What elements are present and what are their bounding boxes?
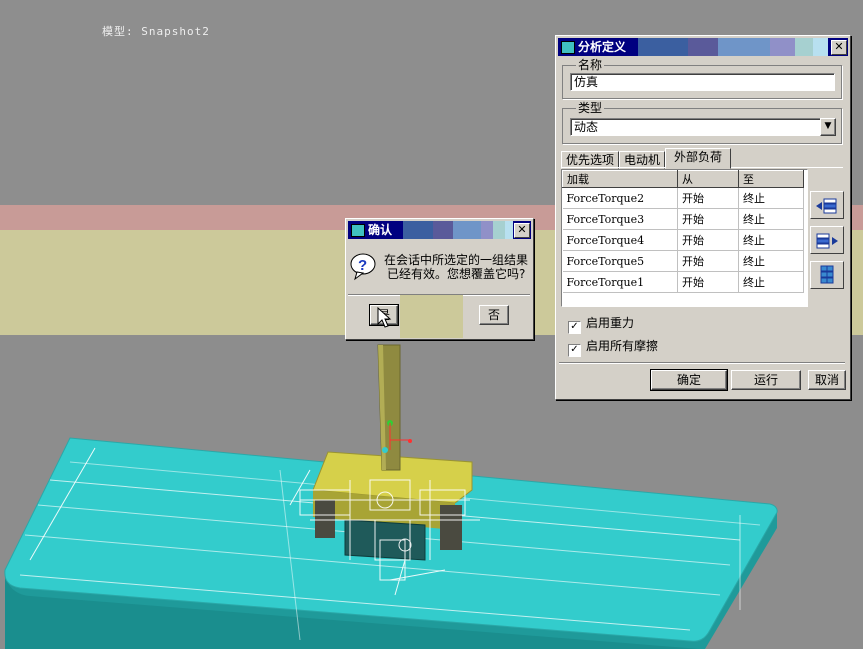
type-group-label: 类型: [576, 101, 605, 115]
move-right-icon[interactable]: [810, 226, 844, 254]
window-icon: [561, 41, 575, 54]
viewport-overlap: [400, 295, 463, 338]
move-left-icon[interactable]: [810, 191, 844, 219]
column-header-load[interactable]: 加载: [562, 170, 678, 188]
load-cell: ForceTorque1: [562, 271, 678, 293]
column-header-from[interactable]: 从: [677, 170, 739, 188]
loads-table: 加载 从 至 ForceTorque2 开始 终止 ForceTorque3 开…: [562, 170, 804, 293]
checkbox-checked-icon: ✓: [568, 344, 581, 357]
analysis-dialog-title: 分析定义: [578, 40, 627, 54]
name-group-label: 名称: [576, 58, 605, 72]
loads-table-container: 加载 从 至 ForceTorque2 开始 终止 ForceTorque3 开…: [561, 169, 808, 307]
confirm-message: 在会话中所选定的一组结果 已经有效。您想覆盖它吗?: [384, 253, 528, 281]
mouse-cursor-icon: [377, 307, 392, 328]
load-cell: ForceTorque5: [562, 250, 678, 272]
analysis-dialog-close-button[interactable]: ✕: [831, 40, 847, 55]
load-cell: ForceTorque4: [562, 229, 678, 251]
cancel-button[interactable]: 取消: [808, 370, 846, 390]
confirm-message-line2: 已经有效。您想覆盖它吗?: [387, 267, 526, 281]
to-cell: 终止: [738, 208, 804, 230]
enable-gravity-checkbox[interactable]: ✓ 启用重力: [568, 316, 634, 334]
from-cell: 开始: [677, 271, 739, 293]
from-cell: 开始: [677, 250, 739, 272]
run-button[interactable]: 运行: [731, 370, 801, 390]
confirm-message-line1: 在会话中所选定的一组结果: [384, 253, 529, 267]
name-input[interactable]: 仿真: [570, 73, 835, 91]
question-icon: ?: [350, 253, 376, 281]
load-cell: ForceTorque3: [562, 208, 678, 230]
table-row[interactable]: ForceTorque5 开始 终止: [562, 250, 804, 272]
svg-text:?: ?: [358, 257, 367, 274]
enable-friction-checkbox[interactable]: ✓ 启用所有摩擦: [568, 339, 658, 357]
table-row[interactable]: ForceTorque1 开始 终止: [562, 271, 804, 293]
analysis-dialog-titlebar[interactable]: 分析定义 ✕: [558, 38, 848, 56]
from-cell: 开始: [677, 229, 739, 251]
type-dropdown-chevron-down-icon[interactable]: ▼: [820, 118, 836, 136]
to-cell: 终止: [738, 250, 804, 272]
confirm-dialog-titlebar[interactable]: 确认 ✕: [348, 221, 531, 239]
confirm-dialog-title: 确认: [368, 223, 393, 237]
grid-select-all-icon[interactable]: [810, 261, 844, 289]
table-row[interactable]: ForceTorque3 开始 终止: [562, 208, 804, 230]
enable-friction-label: 启用所有摩擦: [586, 339, 659, 353]
ok-button[interactable]: 确定: [650, 369, 728, 391]
column-header-to[interactable]: 至: [738, 170, 804, 188]
tab-external-loads[interactable]: 外部负荷: [665, 148, 731, 169]
confirm-dialog-close-button[interactable]: ✕: [514, 223, 530, 238]
table-row[interactable]: ForceTorque4 开始 终止: [562, 229, 804, 251]
enable-gravity-label: 启用重力: [586, 316, 635, 330]
analysis-definition-dialog: 分析定义 ✕ 名称 仿真 类型 动态 ▼ 优先选项 电动机 外部负荷 加载 从 …: [555, 35, 851, 400]
window-icon: [351, 224, 365, 237]
table-row[interactable]: ForceTorque2 开始 终止: [562, 187, 804, 209]
from-cell: 开始: [677, 187, 739, 209]
from-cell: 开始: [677, 208, 739, 230]
type-select[interactable]: 动态: [570, 118, 823, 136]
load-cell: ForceTorque2: [562, 187, 678, 209]
to-cell: 终止: [738, 229, 804, 251]
checkbox-checked-icon: ✓: [568, 321, 581, 334]
to-cell: 终止: [738, 271, 804, 293]
no-button[interactable]: 否: [479, 305, 509, 325]
to-cell: 终止: [738, 187, 804, 209]
confirm-dialog: 确认 ✕ ? 在会话中所选定的一组结果 已经有效。您想覆盖它吗? 是 否: [345, 218, 534, 340]
